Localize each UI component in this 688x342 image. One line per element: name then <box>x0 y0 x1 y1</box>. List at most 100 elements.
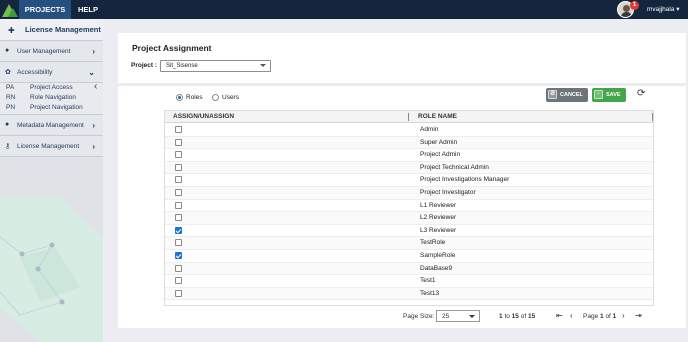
role-name: SampleRole <box>420 252 456 259</box>
chevron-right-icon: › <box>92 47 95 56</box>
save-button[interactable]: ▫ SAVE <box>592 88 626 102</box>
project-assignment-card: Project Assignment Project : Sit_Sisense <box>118 33 686 83</box>
page-size-select[interactable]: 25 <box>436 310 480 322</box>
table-row: TestRole <box>165 237 653 250</box>
subitem-label: Project Navigation <box>30 104 83 111</box>
row-total: 15 <box>527 313 536 320</box>
assign-checkbox[interactable] <box>175 176 182 184</box>
refresh-icon[interactable]: ⟳ <box>637 88 645 99</box>
subitem-abbr: PA <box>6 84 15 91</box>
assign-checkbox[interactable] <box>175 289 182 297</box>
role-name: DataBase9 <box>420 264 453 272</box>
first-page-icon[interactable]: ⇤ <box>556 311 563 320</box>
project-select-value: Sit_Sisense <box>166 63 198 69</box>
radio-roles[interactable] <box>176 94 183 101</box>
subitem-abbr: RN <box>6 94 16 101</box>
sidebar: ✚ License Management ● User Management ›… <box>0 19 103 342</box>
assign-checkbox[interactable] <box>175 201 182 209</box>
assign-checkbox[interactable] <box>175 239 182 247</box>
table-row: Project Investigations Manager <box>165 174 653 187</box>
assign-checkbox[interactable] <box>175 214 182 222</box>
nav-projects[interactable]: PROJECTS <box>19 0 71 19</box>
subitem-label: Project Access <box>30 84 73 91</box>
key-icon: ⚷ <box>5 143 11 150</box>
role-name: L3 Reviewer <box>420 226 457 234</box>
role-name: Project Technical Admin <box>420 163 489 171</box>
row-summary: 1 to 15 of 15 <box>499 313 535 320</box>
sidebar-item-label: License Management <box>17 143 80 150</box>
sidebar-item-license-management[interactable]: ⚷ License Management › <box>0 136 103 157</box>
table-row: Super Admin <box>165 136 653 150</box>
table-row: L1 Reviewer <box>165 200 653 213</box>
chevron-right-icon: › <box>92 121 95 130</box>
sidebar-subitem-role-navigation[interactable]: RN Role Navigation <box>0 93 103 103</box>
radio-users[interactable] <box>212 94 219 101</box>
page-label: Page <box>583 313 599 320</box>
radio-users-label: Users <box>222 94 239 101</box>
sidebar-item-user-management[interactable]: ● User Management › <box>0 41 103 62</box>
project-select[interactable]: Sit_Sisense <box>160 60 271 72</box>
sidebar-item-metadata-management[interactable]: ● Metadata Management › <box>0 115 103 136</box>
last-page-icon[interactable]: ⇥ <box>635 311 642 320</box>
table-row: Test13 <box>165 287 653 301</box>
assign-checkbox[interactable] <box>175 189 182 196</box>
assign-checkbox[interactable] <box>175 226 182 234</box>
column-resize-handle[interactable] <box>652 113 653 121</box>
table-row: L3 Reviewer <box>165 225 653 238</box>
assign-checkbox[interactable] <box>175 126 182 133</box>
role-name: Super Admin <box>420 138 458 146</box>
accessibility-icon: ✿ <box>5 69 11 76</box>
assign-checkbox[interactable] <box>175 163 182 171</box>
collapse-sidebar-icon[interactable]: ‹ <box>94 81 97 92</box>
assign-checkbox[interactable] <box>175 138 182 146</box>
sidebar-subitem-project-navigation[interactable]: PN Project Navigation <box>0 103 103 115</box>
save-icon: ▫ <box>594 90 603 99</box>
notification-badge[interactable]: 1 <box>630 1 639 10</box>
save-label: SAVE <box>606 92 621 98</box>
column-header-role-name[interactable]: ROLE NAME <box>418 111 457 123</box>
cancel-button[interactable]: ⊘ CANCEL <box>546 88 588 102</box>
app-logo[interactable] <box>0 0 19 19</box>
pin-icon[interactable]: ✚ <box>8 26 15 35</box>
top-navbar: PROJECTS HELP 1 mvajjhala ▾ <box>0 0 688 19</box>
cancel-icon: ⊘ <box>548 90 557 99</box>
role-name: Test1 <box>420 277 436 285</box>
assign-checkbox[interactable] <box>175 252 182 259</box>
column-resize-handle[interactable] <box>408 113 409 121</box>
page-number: 1 <box>600 313 604 320</box>
project-label: Project : <box>131 62 158 69</box>
role-name: Project Investigations Manager <box>420 176 510 184</box>
role-name: TestRole <box>420 239 446 247</box>
page-total: 1 <box>612 313 617 320</box>
table-row: DataBase9 <box>165 262 653 276</box>
of-label: of <box>520 313 527 320</box>
user-menu[interactable]: mvajjhala ▾ <box>647 0 680 19</box>
assign-checkbox[interactable] <box>175 151 182 159</box>
sidebar-decoration <box>0 197 103 342</box>
table-row: Project Admin <box>165 149 653 162</box>
next-page-icon[interactable]: › <box>622 311 625 320</box>
chevron-down-icon <box>469 315 475 318</box>
role-name: Test13 <box>420 289 440 297</box>
chevron-down-icon: ⌄ <box>88 68 95 77</box>
column-header-assign[interactable]: ASSIGN/UNASSIGN <box>173 111 234 123</box>
chevron-down-icon <box>260 64 266 67</box>
username: mvajjhala <box>647 6 675 13</box>
subitem-label: Role Navigation <box>30 94 76 101</box>
table-row: SampleRole <box>165 250 653 263</box>
role-name: Admin <box>420 126 439 133</box>
pagination: Page Size: 25 1 to 15 of 15 ⇤ ‹ Page 1 o… <box>118 310 686 324</box>
sidebar-item-accessibility[interactable]: ✿ Accessibility ⌄ <box>0 62 103 83</box>
prev-page-icon[interactable]: ‹ <box>570 311 573 320</box>
table-row: Project Technical Admin <box>165 161 653 175</box>
sidebar-header: ✚ License Management <box>0 19 103 41</box>
sidebar-subitem-project-access[interactable]: PA Project Access <box>0 83 103 93</box>
assign-checkbox[interactable] <box>175 277 182 285</box>
to-label: to <box>504 313 510 320</box>
table-row: Test1 <box>165 275 653 288</box>
nav-help[interactable]: HELP <box>74 0 102 19</box>
assign-checkbox[interactable] <box>175 264 182 272</box>
sidebar-title: License Management <box>25 25 101 34</box>
role-name: Project Investigator <box>420 189 476 196</box>
caret-down-icon: ▾ <box>676 6 680 13</box>
